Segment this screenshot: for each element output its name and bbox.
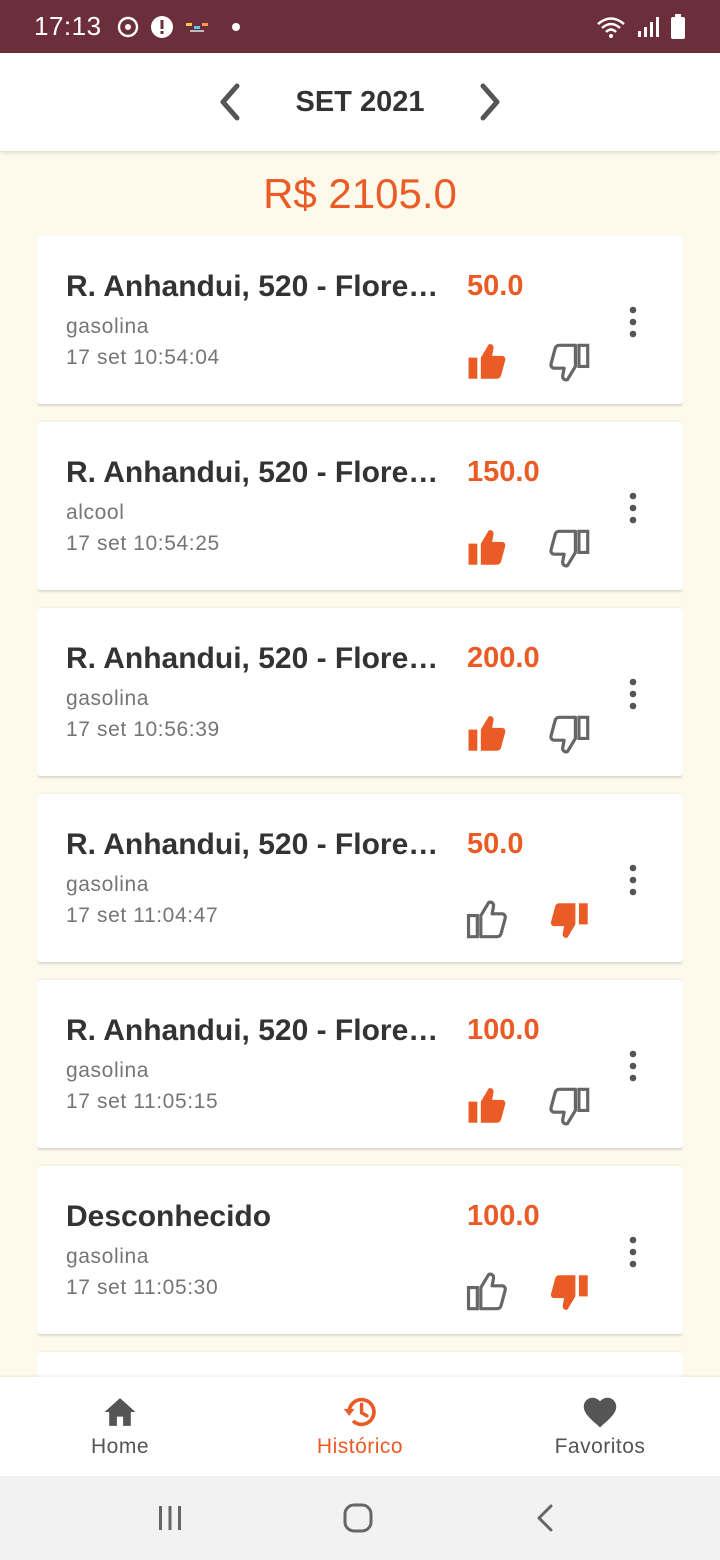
nav-favorites[interactable]: Favoritos — [480, 1377, 720, 1476]
thumbs-down-icon — [550, 1275, 588, 1310]
record-amount: 50.0 — [467, 270, 524, 302]
more-vert-icon — [629, 678, 637, 710]
status-bar: 17:13 — [0, 0, 720, 53]
month-selector: SET 2021 — [0, 53, 720, 151]
nav-favorites-label: Favoritos — [554, 1435, 646, 1458]
record-address: R. Anhandui, 520 - Flores, Manaus — [66, 456, 451, 489]
thumbs-up-button[interactable] — [465, 898, 509, 942]
thumbs-up-icon — [466, 900, 507, 939]
sync-icon — [117, 16, 138, 37]
thumbs-up-icon — [466, 1272, 507, 1311]
more-options-button[interactable] — [619, 302, 647, 342]
chevron-right-icon — [480, 83, 500, 121]
record-datetime: 17 set 11:05:15 — [66, 1090, 219, 1113]
record-card[interactable]: R. Anhandui, 520 - Flores, Manaus gasolin… — [37, 980, 683, 1148]
more-options-button[interactable] — [619, 674, 647, 714]
thumbs-down-icon — [549, 1087, 590, 1126]
thumbs-down-icon — [550, 903, 588, 938]
record-card[interactable]: Desconhecido gasolina 17 set 11:05:30 100.0 — [37, 1166, 683, 1334]
record-amount: 150.0 — [467, 456, 540, 488]
nav-home-label: Home — [90, 1435, 150, 1458]
thumbs-down-button[interactable] — [549, 340, 593, 384]
thumbs-down-icon — [549, 529, 590, 568]
record-fuel-type: alcool — [66, 501, 125, 524]
record-fuel-type: gasolina — [66, 1245, 150, 1268]
home-icon — [104, 1398, 136, 1426]
chevron-left-icon — [220, 83, 240, 121]
record-fuel-type: gasolina — [66, 1059, 150, 1082]
record-address: Desconhecido — [66, 1200, 272, 1233]
nav-home[interactable]: Home — [0, 1377, 240, 1476]
record-amount: 100.0 — [467, 1014, 540, 1046]
thumbs-up-icon — [468, 716, 506, 751]
status-dot — [231, 22, 240, 31]
record-address: R. Anhandui, 520 - Flores, Manaus — [66, 1014, 451, 1047]
battery-icon — [671, 13, 685, 39]
more-vert-icon — [629, 864, 637, 896]
month-total: R$ 2105.0 — [263, 170, 457, 217]
record-amount: 100.0 — [467, 1200, 540, 1232]
back-icon[interactable] — [526, 1498, 566, 1538]
notification-icon — [185, 22, 208, 32]
record-datetime: 17 set 10:56:39 — [66, 718, 220, 741]
more-options-button[interactable] — [619, 1232, 647, 1272]
record-card-partial[interactable] — [37, 1352, 683, 1377]
record-amount: 50.0 — [467, 828, 524, 860]
wifi-icon — [597, 16, 625, 38]
more-vert-icon — [629, 492, 637, 524]
records-list[interactable]: R. Anhandui, 520 - Flores, Manaus gasolin… — [37, 236, 683, 1377]
record-fuel-type: gasolina — [66, 873, 150, 896]
more-vert-icon — [629, 1050, 637, 1082]
bottom-navigation: Home Histórico Favoritos — [0, 1377, 720, 1476]
more-options-button[interactable] — [619, 488, 647, 528]
next-month-button[interactable] — [460, 72, 520, 132]
thumbs-up-button[interactable] — [465, 526, 509, 570]
thumbs-down-icon — [549, 715, 590, 754]
record-datetime: 17 set 11:04:47 — [66, 904, 219, 927]
thumbs-down-button[interactable] — [549, 898, 593, 942]
record-card[interactable]: R. Anhandui, 520 - Flores, Manaus gasolin… — [37, 794, 683, 962]
record-datetime: 17 set 10:54:04 — [66, 346, 220, 369]
signal-icon — [638, 16, 659, 37]
record-card[interactable]: R. Anhandui, 520 - Flores, Manaus gasolin… — [37, 236, 683, 404]
thumbs-up-button[interactable] — [465, 712, 509, 756]
record-address: R. Anhandui, 520 - Flores, Manaus — [66, 828, 451, 861]
prev-month-button[interactable] — [200, 72, 260, 132]
nav-history[interactable]: Histórico — [240, 1377, 480, 1476]
month-title: SET 2021 — [295, 85, 425, 118]
more-vert-icon — [629, 1236, 637, 1268]
record-fuel-type: gasolina — [66, 315, 150, 338]
record-address: R. Anhandui, 520 - Flores, Manaus — [66, 270, 451, 303]
thumbs-up-button[interactable] — [465, 1084, 509, 1128]
record-fuel-type: gasolina — [66, 687, 150, 710]
alert-icon — [150, 15, 173, 38]
status-time: 17:13 — [34, 11, 102, 41]
record-address: R. Anhandui, 520 - Flores, Manaus — [66, 642, 451, 675]
thumbs-up-icon — [468, 530, 506, 565]
record-datetime: 17 set 10:54:25 — [66, 532, 220, 555]
more-vert-icon — [629, 306, 637, 338]
record-datetime: 17 set 11:05:30 — [66, 1276, 219, 1299]
heart-icon — [583, 1397, 617, 1428]
history-icon — [343, 1397, 376, 1427]
thumbs-up-button[interactable] — [465, 340, 509, 384]
thumbs-up-icon — [468, 344, 506, 379]
thumbs-down-icon — [549, 343, 590, 382]
nav-history-label: Histórico — [316, 1435, 404, 1458]
thumbs-down-button[interactable] — [549, 1270, 593, 1314]
thumbs-up-icon — [468, 1088, 506, 1123]
record-amount: 200.0 — [467, 642, 540, 674]
thumbs-down-button[interactable] — [549, 526, 593, 570]
thumbs-up-button[interactable] — [465, 1270, 509, 1314]
more-options-button[interactable] — [619, 1046, 647, 1086]
more-options-button[interactable] — [619, 860, 647, 900]
thumbs-down-button[interactable] — [549, 712, 593, 756]
home-circle-icon[interactable] — [338, 1498, 378, 1538]
system-navigation-bar — [0, 1476, 720, 1560]
thumbs-down-button[interactable] — [549, 1084, 593, 1128]
record-card[interactable]: R. Anhandui, 520 - Flores, Manaus gasolin… — [37, 608, 683, 776]
record-card[interactable]: R. Anhandui, 520 - Flores, Manaus alcool 1… — [37, 422, 683, 590]
recents-icon[interactable] — [150, 1498, 190, 1538]
